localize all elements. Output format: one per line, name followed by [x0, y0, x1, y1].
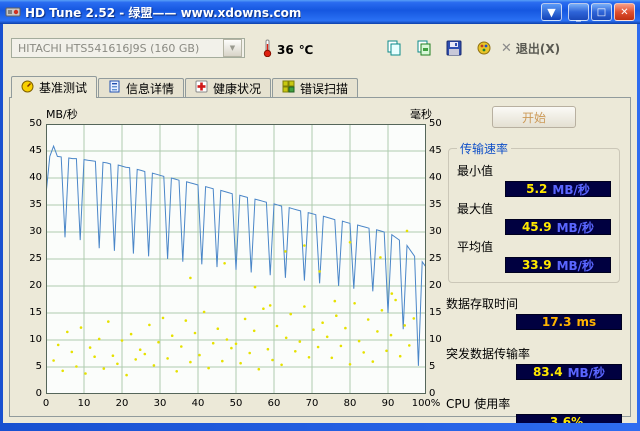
toolbar-icons	[383, 38, 495, 58]
burst-rate-display: 83.4 MB/秒	[516, 364, 622, 380]
transfer-rate-group: 传输速率 最小值 5.2 MB/秒 最大值 45.9 MB/秒 平均值 33.9	[448, 140, 620, 283]
left-axis-label: MB/秒	[46, 108, 78, 121]
tab-info[interactable]: 信息详情	[98, 78, 185, 97]
benchmark-tab-page: MB/秒 毫秒 50 50 45 45 40 40 35 35 30 30 25 25 20 20 15 15…	[9, 97, 631, 423]
app-icon	[5, 5, 21, 19]
tab-health[interactable]: 健康状况	[185, 78, 272, 97]
minimize-button[interactable]: _	[568, 3, 589, 22]
max-label: 最大值	[457, 202, 494, 216]
options-icon[interactable]	[473, 38, 495, 58]
save-icon[interactable]	[443, 38, 465, 58]
temperature-value: 36	[277, 42, 294, 57]
axis-tick-label: 20	[29, 280, 42, 291]
axis-tick-label: 45	[29, 145, 42, 156]
burst-rate-block: 突发数据传输率 83.4 MB/秒	[446, 342, 622, 383]
burst-rate-label: 突发数据传输率	[446, 347, 531, 361]
results-panel: 开始 传输速率 最小值 5.2 MB/秒 最大值 45.9 MB/秒 平均值 3…	[446, 104, 622, 423]
axis-tick-label: 30	[153, 398, 167, 409]
exit-x-icon: ✕	[501, 41, 512, 56]
tab-bar: 基准测试 信息详情 健康状况 错误扫描	[11, 76, 359, 98]
info-icon	[108, 80, 121, 96]
drive-select-value: HITACHI HTS541616J9S (160 GB)	[18, 41, 200, 55]
cpu-usage-display: 3.6%	[516, 414, 622, 423]
download-arrow-button[interactable]: ▼	[541, 3, 562, 21]
exit-label: 退出(X)	[515, 42, 561, 56]
axis-tick-label: 90	[381, 398, 395, 409]
benchmark-chart: MB/秒 毫秒 50 50 45 45 40 40 35 35 30 30 25 25 20 20 15 15…	[16, 106, 462, 418]
close-button[interactable]: ✕	[614, 3, 635, 21]
exit-button[interactable]: ✕ 退出(X)	[501, 40, 560, 57]
axis-tick-label: 10	[77, 398, 91, 409]
cpu-usage-block: CPU 使用率 3.6%	[446, 392, 622, 423]
axis-tick-label: 5	[35, 361, 42, 372]
window-controls: ▼ _ □ ✕	[541, 3, 635, 22]
group-title: 传输速率	[460, 142, 509, 156]
cpu-usage-label: CPU 使用率	[446, 397, 511, 411]
access-time-display: 17.3 ms	[516, 314, 622, 330]
title-bar: HD Tune 2.52 - 绿盟—— www.xdowns.com ▼ _ □…	[0, 0, 640, 24]
temperature-display: 36 ℃	[263, 39, 313, 60]
scan-grid-icon	[282, 80, 295, 96]
axis-tick-label: 40	[191, 398, 205, 409]
access-time-label: 数据存取时间	[446, 297, 519, 311]
axis-tick-label: 25	[29, 253, 42, 264]
maximize-button[interactable]: □	[591, 3, 612, 21]
tab-label: 健康状况	[213, 81, 262, 96]
hd-tune-window: HD Tune 2.52 - 绿盟—— www.xdowns.com ▼ _ □…	[0, 0, 640, 431]
axis-tick-label: 40	[29, 172, 42, 183]
axis-tick-label: 50	[29, 118, 42, 129]
copy-image-icon[interactable]	[413, 38, 435, 58]
window-body: HITACHI HTS541616J9S (160 GB) ▼ 36 ℃ ✕ 退…	[3, 24, 637, 423]
axis-tick-label: 30	[29, 226, 42, 237]
axis-tick-label: 80	[343, 398, 357, 409]
tab-error-scan[interactable]: 错误扫描	[272, 78, 359, 97]
window-title: HD Tune 2.52 - 绿盟—— www.xdowns.com	[25, 5, 302, 20]
axis-tick-label: 100%	[411, 398, 441, 409]
tab-label: 错误扫描	[300, 81, 349, 96]
axis-tick-label: 0	[42, 398, 50, 409]
axis-tick-label: 20	[115, 398, 129, 409]
min-value-display: 5.2 MB/秒	[505, 181, 611, 197]
axis-tick-label: 70	[305, 398, 319, 409]
drive-select-dropdown[interactable]: HITACHI HTS541616J9S (160 GB) ▼	[11, 38, 245, 58]
temperature-unit: ℃	[298, 42, 314, 57]
axis-tick-label: 35	[29, 199, 42, 210]
tab-label: 基准测试	[39, 81, 88, 95]
avg-label: 平均值	[457, 240, 494, 254]
avg-value-display: 33.9 MB/秒	[505, 257, 611, 273]
axis-tick-label: 10	[29, 334, 42, 345]
access-time-block: 数据存取时间 17.3 ms	[446, 292, 622, 333]
axis-tick-label: 15	[29, 307, 42, 318]
benchmark-icon	[21, 80, 34, 96]
thermometer-icon	[263, 39, 272, 60]
copy-icon[interactable]	[383, 38, 405, 58]
chart-plot	[46, 124, 426, 394]
max-value-display: 45.9 MB/秒	[505, 219, 611, 235]
tab-label: 信息详情	[126, 81, 175, 96]
min-label: 最小值	[457, 164, 494, 178]
health-cross-icon	[195, 80, 208, 96]
chevron-down-icon: ▼	[223, 39, 242, 57]
start-button[interactable]: 开始	[492, 106, 576, 128]
axis-tick-label: 60	[267, 398, 281, 409]
toolbar: HITACHI HTS541616J9S (160 GB) ▼ 36 ℃ ✕ 退…	[11, 36, 629, 62]
axis-tick-label: 50	[229, 398, 243, 409]
tab-benchmark[interactable]: 基准测试	[11, 76, 98, 98]
